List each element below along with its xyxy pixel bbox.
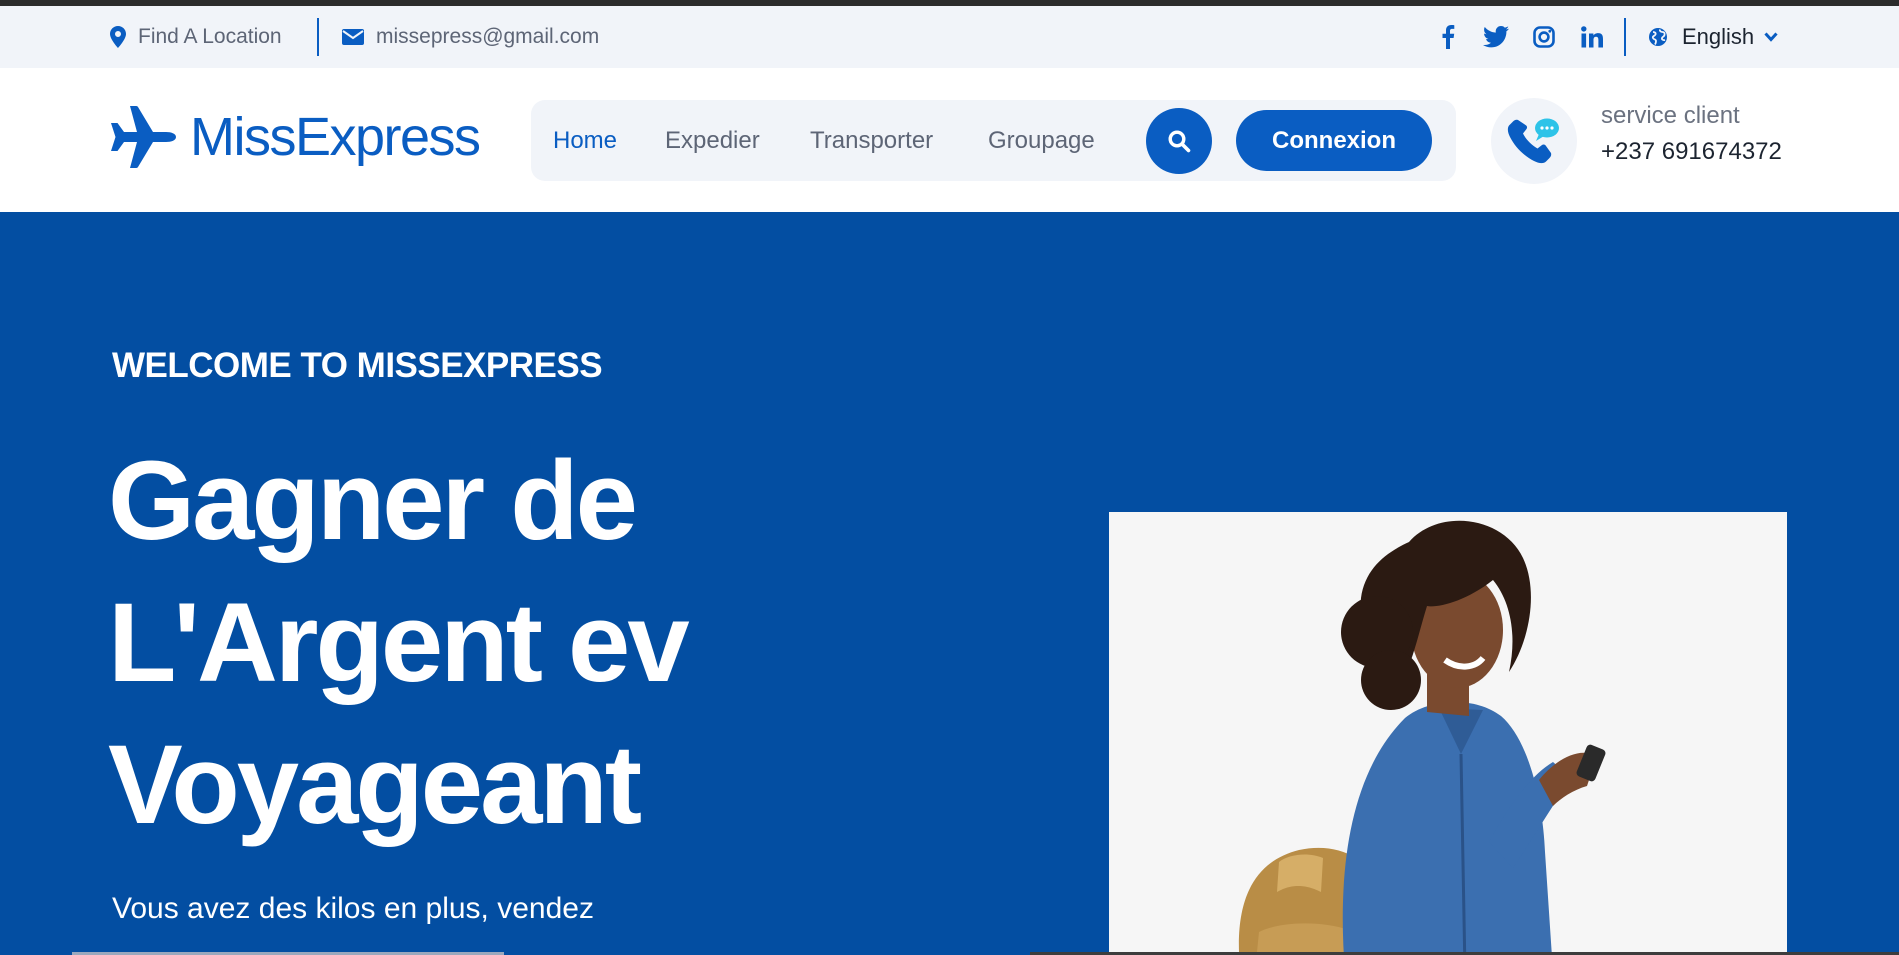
divider xyxy=(317,18,319,56)
language-label: English xyxy=(1682,24,1755,49)
hero-photo xyxy=(1109,512,1787,955)
nav-expedier[interactable]: Expedier xyxy=(665,100,760,181)
social-links xyxy=(1435,6,1605,68)
search-icon xyxy=(1168,130,1191,153)
hero-headline-line: Gagner de xyxy=(108,438,638,563)
map-pin-icon xyxy=(110,26,126,48)
connexion-button[interactable]: Connexion xyxy=(1236,110,1432,171)
email-address: missepress@gmail.com xyxy=(376,25,600,48)
hero-headline: Gagner de L'Argent ev Voyageant xyxy=(108,430,828,856)
linkedin-icon[interactable] xyxy=(1579,24,1605,50)
envelope-icon xyxy=(342,29,364,45)
hero-section: WELCOME TO MISSEXPRESS Gagner de L'Argen… xyxy=(0,212,1899,955)
main-navigation: Home Expedier Transporter Groupage Conne… xyxy=(531,100,1456,181)
search-button[interactable] xyxy=(1146,108,1212,174)
find-location-link[interactable]: Find A Location xyxy=(110,6,282,68)
facebook-icon[interactable] xyxy=(1435,24,1461,50)
service-client-phone[interactable]: +237 691674372 xyxy=(1601,138,1782,166)
email-link[interactable]: missepress@gmail.com xyxy=(342,6,599,68)
woman-with-phone-illustration xyxy=(1109,512,1787,955)
hero-subtext: Vous avez des kilos en plus, vendez xyxy=(112,892,594,925)
main-header: MissExpress Home Expedier Transporter Gr… xyxy=(0,68,1899,212)
nav-transporter[interactable]: Transporter xyxy=(810,100,933,181)
phone-chat-icon xyxy=(1507,118,1559,164)
language-selector[interactable]: English xyxy=(1648,6,1778,68)
globe-icon xyxy=(1649,28,1667,46)
chevron-down-icon xyxy=(1764,32,1778,42)
hero-headline-line: Voyageant xyxy=(108,722,642,847)
service-phone-badge xyxy=(1491,98,1577,184)
hero-headline-line: L'Argent ev xyxy=(108,580,690,705)
service-client-label: service client xyxy=(1601,102,1740,129)
airplane-icon xyxy=(111,106,176,168)
top-info-bar: Find A Location missepress@gmail.com Eng… xyxy=(0,6,1899,68)
brand-logo[interactable]: MissExpress xyxy=(110,106,481,168)
twitter-icon[interactable] xyxy=(1483,24,1509,50)
nav-home[interactable]: Home xyxy=(553,100,617,181)
nav-groupage[interactable]: Groupage xyxy=(988,100,1095,181)
instagram-icon[interactable] xyxy=(1531,24,1557,50)
divider xyxy=(1624,18,1626,56)
find-location-label: Find A Location xyxy=(138,25,282,48)
brand-name: MissExpress xyxy=(190,107,481,167)
hero-eyebrow: WELCOME TO MISSEXPRESS xyxy=(112,346,603,385)
